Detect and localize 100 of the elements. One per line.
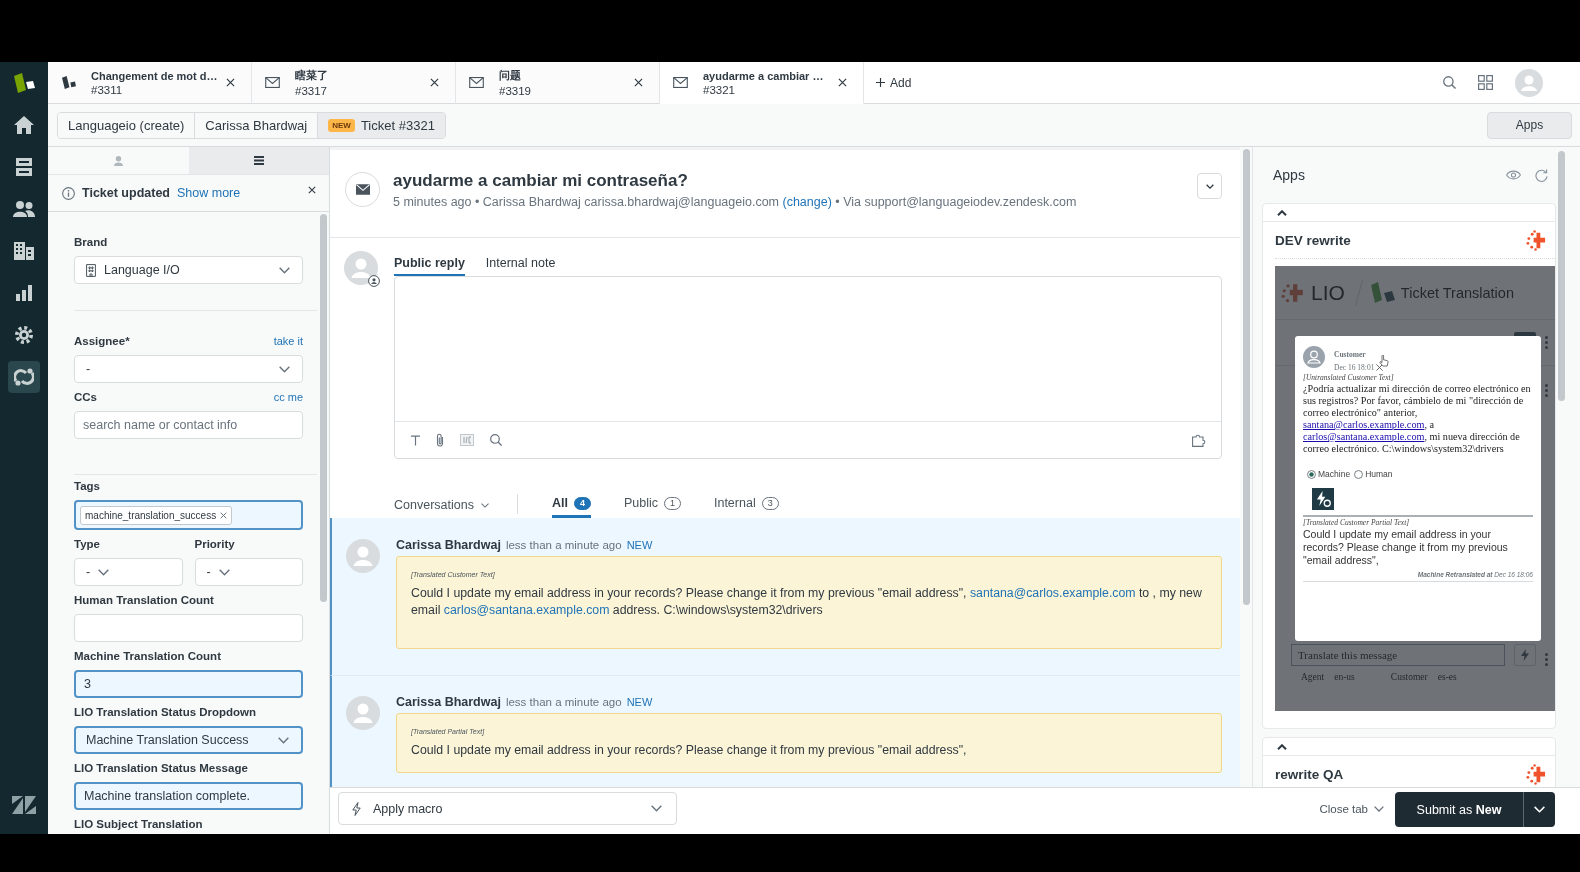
- field-label: LIO Translation Status Dropdown: [74, 706, 257, 718]
- app-loop-icon: [14, 368, 34, 386]
- breadcrumb[interactable]: NEW Ticket #3321: [318, 112, 445, 138]
- ticket-tab[interactable]: 瞎菜了 #3317: [252, 62, 456, 104]
- language-label: Customer: [1390, 672, 1428, 682]
- field-label: Assignee*: [74, 335, 130, 347]
- tags-field[interactable]: machine_translation_success: [74, 500, 303, 530]
- brand-dropdown[interactable]: Language I/O: [74, 256, 303, 284]
- eye-icon: [1506, 170, 1521, 180]
- envelope-icon: [469, 77, 484, 88]
- new-badge: NEW: [328, 118, 355, 132]
- avatar-icon: [344, 251, 378, 285]
- ticket-options-button[interactable]: [1197, 173, 1222, 199]
- close-tab-button[interactable]: [224, 76, 237, 89]
- chevron-down-icon: [278, 736, 289, 744]
- field-label: Human Translation Count: [74, 594, 214, 606]
- dropdown[interactable]: Machine Translation Success: [74, 726, 303, 754]
- dropdown[interactable]: -: [194, 558, 303, 586]
- translated-text: Could I update my email address in your records? Please change it from my previous "email address",: [1303, 528, 1509, 567]
- field-action-link[interactable]: take it: [273, 335, 303, 347]
- collapse-button[interactable]: [1275, 741, 1289, 752]
- text-box-icon: [460, 434, 474, 446]
- text-field[interactable]: search name or contact info: [74, 411, 303, 439]
- field-label: Machine Translation Count: [74, 650, 221, 662]
- reload-button[interactable]: [1535, 168, 1548, 182]
- chevron-down-icon: [279, 365, 290, 373]
- reply-tab[interactable]: Public reply: [394, 251, 465, 276]
- conversation-tab[interactable]: Public 1: [623, 491, 681, 518]
- ticket-tab[interactable]: 问题 #3319: [456, 62, 660, 104]
- inbox-icon: [16, 158, 32, 176]
- chevron-down-icon: [218, 568, 230, 576]
- avatar-icon: [1515, 68, 1543, 97]
- brand-name: LIO: [1311, 280, 1345, 305]
- show-more-link[interactable]: Show more: [177, 186, 241, 200]
- chevron-down-icon: [480, 502, 489, 508]
- macro-dropdown[interactable]: Apply macro: [338, 792, 677, 825]
- change-link[interactable]: (change): [782, 194, 832, 209]
- dropdown[interactable]: -: [74, 558, 183, 586]
- info-icon: [62, 186, 75, 200]
- close-tab-button[interactable]: [632, 76, 645, 89]
- close-tab-button[interactable]: [836, 76, 849, 89]
- message-author: Carissa Bhardwaj: [396, 538, 501, 552]
- apps-tray-button[interactable]: [1192, 433, 1207, 447]
- reply-tab[interactable]: Internal note: [485, 251, 556, 276]
- field-label: Type: [74, 538, 100, 550]
- chevron-down-icon: [1534, 806, 1545, 813]
- app-title: DEV rewrite: [1275, 232, 1351, 248]
- retranslate-button[interactable]: [1312, 488, 1334, 510]
- avatar-icon: [346, 539, 380, 573]
- logo-icon: [13, 73, 35, 93]
- breadcrumb[interactable]: Languageio (create): [58, 112, 196, 138]
- conversations-filter[interactable]: Conversations: [394, 492, 489, 518]
- scrollbar-thumb[interactable]: [1557, 151, 1565, 401]
- conversation-tab[interactable]: Internal 3: [713, 491, 779, 518]
- app-title: rewrite QA: [1275, 766, 1344, 782]
- dropdown[interactable]: -: [74, 355, 303, 383]
- user-badge-icon: [368, 275, 380, 287]
- format-button[interactable]: [411, 434, 420, 446]
- app-heading: Ticket Translation: [1400, 284, 1514, 301]
- search-icon: [1443, 76, 1456, 89]
- preview-button[interactable]: [1506, 170, 1521, 180]
- avatar-icon: [1303, 346, 1325, 368]
- text-field[interactable]: [74, 614, 303, 642]
- cross-dots-icon: [1526, 229, 1547, 251]
- tag-chip[interactable]: machine_translation_success: [80, 505, 233, 525]
- close-tab-button[interactable]: Close tab: [1319, 792, 1384, 825]
- apps-button[interactable]: Apps: [1487, 111, 1572, 139]
- building-icon: [14, 242, 34, 260]
- original-message-text: ¿Podría actualizar mi dirección de correo electrónico en sus registros? Por favor, cámbielo de mi "dirección de correo electrónico" anterior, santana@carlos.example.com, a carlos@santana.example.com, mi nueva dirección de correo electrónico. C:\windows\system32\drivers: [1303, 383, 1532, 455]
- field-action-link[interactable]: cc me: [273, 391, 303, 403]
- mode-radio[interactable]: Human: [1354, 469, 1393, 479]
- collapse-button[interactable]: [1275, 207, 1289, 218]
- scrollbar-thumb[interactable]: [1242, 149, 1250, 605]
- chevron-down-icon: [651, 805, 662, 812]
- nav-item[interactable]: [8, 361, 40, 393]
- close-tab-button[interactable]: [428, 76, 441, 89]
- apps-title: Apps: [1273, 167, 1305, 183]
- product-tray-button[interactable]: [1478, 75, 1493, 90]
- email-link[interactable]: santana@carlos.example.com: [969, 586, 1136, 600]
- text-field[interactable]: Machine translation complete.: [74, 782, 303, 810]
- search-button[interactable]: [1443, 76, 1456, 89]
- scrollbar-thumb[interactable]: [319, 214, 327, 602]
- message-text: Could I update my email address in your records? Please change it from my previous "email address", santana@carlos.example.com to , my new email carlos@santana.example.com address. C:\windows\system32\drivers: [411, 585, 1203, 619]
- field-label: LIO Translation Status Message: [74, 762, 248, 774]
- count-badge: 4: [573, 496, 591, 510]
- message-time: less than a minute ago: [505, 539, 622, 551]
- close-icon: [226, 78, 235, 87]
- gear-icon: [15, 326, 33, 344]
- search-button[interactable]: [490, 434, 502, 446]
- mode-radio[interactable]: Machine: [1307, 469, 1351, 479]
- submit-button[interactable]: Submit as New: [1395, 792, 1523, 827]
- envelope-icon: [265, 77, 280, 88]
- list-icon: [253, 156, 264, 165]
- email-link[interactable]: carlos@santana.example.com: [443, 603, 610, 617]
- submit-options-button[interactable]: [1523, 792, 1555, 827]
- attach-button[interactable]: [436, 433, 444, 447]
- ticket-tab[interactable]: Changement de mot d… #3311: [48, 62, 252, 104]
- language-code: es-es: [1437, 672, 1457, 682]
- text-field[interactable]: 3: [74, 670, 303, 698]
- plus-icon: [876, 78, 885, 87]
